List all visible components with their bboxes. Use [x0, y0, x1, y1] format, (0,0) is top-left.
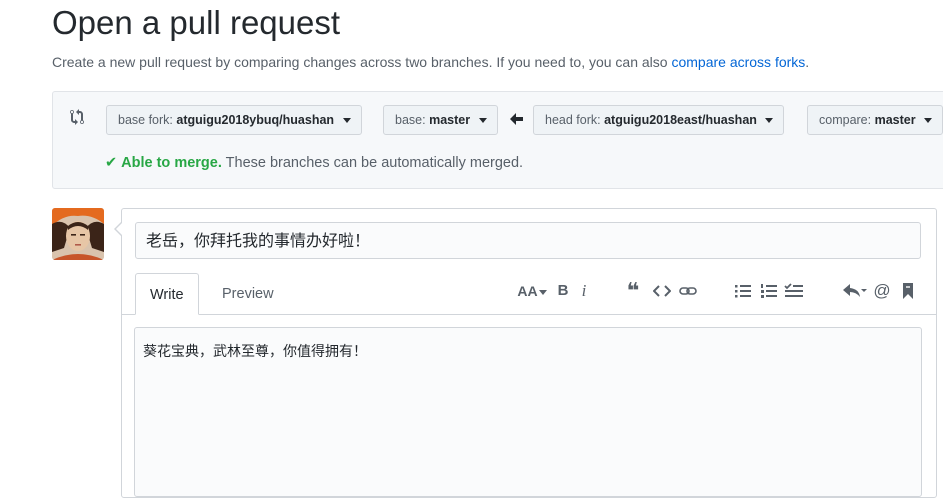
caret-down-icon — [478, 118, 487, 124]
head-fork-label: head fork: — [545, 113, 601, 127]
branch-range-editor: base fork: atguigu2018ybuq/huashan base:… — [52, 91, 943, 189]
head-fork-value: atguigu2018east/huashan — [604, 113, 757, 127]
base-fork-select[interactable]: base fork: atguigu2018ybuq/huashan — [106, 105, 362, 135]
unordered-list-icon — [735, 285, 751, 298]
page-title: Open a pull request — [52, 4, 341, 41]
italic-button[interactable]: i — [578, 281, 590, 301]
merge-ok-text: Able to merge. — [121, 155, 222, 171]
caret-down-icon — [924, 118, 933, 124]
link-icon — [679, 287, 697, 295]
code-button[interactable] — [653, 281, 671, 301]
subtitle-end: . — [805, 54, 810, 70]
compare-branch-select[interactable]: compare: master — [807, 105, 943, 135]
avatar-image — [52, 208, 104, 260]
base-fork-label: base fork: — [118, 113, 173, 127]
caret-down-icon — [342, 118, 351, 124]
bookmark-icon — [903, 283, 913, 299]
comment-pointer-inner — [116, 223, 122, 235]
base-branch-label: base: — [395, 113, 426, 127]
check-icon: ✔ — [105, 155, 118, 171]
quote-icon: ❝ — [626, 278, 640, 303]
reply-icon — [843, 284, 867, 297]
header-text-icon: AA — [517, 283, 538, 299]
ordered-list-icon — [761, 284, 777, 298]
mention-icon: @ — [873, 281, 891, 300]
bold-button[interactable]: B — [555, 281, 571, 301]
italic-icon: i — [581, 281, 587, 300]
bookmark-button[interactable] — [901, 281, 915, 301]
caret-down-icon — [765, 118, 774, 124]
merge-detail-text: These branches can be automatically merg… — [221, 155, 524, 171]
subtitle-text: Create a new pull request by comparing c… — [52, 54, 672, 70]
task-list-icon — [784, 283, 803, 297]
mention-button[interactable]: @ — [873, 281, 891, 301]
unordered-list-button[interactable] — [734, 281, 752, 301]
ordered-list-button[interactable] — [760, 281, 778, 301]
pr-title-input[interactable]: 老岳，你拜托我的事情办好啦！ — [135, 222, 921, 259]
caret-down-icon — [538, 289, 547, 295]
tab-write[interactable]: Write — [135, 273, 199, 315]
compare-branch-label: compare: — [819, 113, 872, 127]
tab-preview[interactable]: Preview — [208, 273, 288, 315]
git-compare-icon — [70, 109, 84, 125]
pr-body-textarea[interactable]: 葵花宝典，武林至尊，你值得拥有！ — [134, 327, 922, 497]
base-branch-select[interactable]: base: master — [383, 105, 498, 135]
avatar — [52, 208, 104, 260]
page-subtitle: Create a new pull request by comparing c… — [52, 54, 809, 70]
quote-button[interactable]: ❝ — [624, 278, 642, 303]
base-fork-value: atguigu2018ybuq/huashan — [176, 113, 335, 127]
link-button[interactable] — [678, 281, 698, 301]
compare-across-forks-link[interactable]: compare across forks — [671, 54, 805, 70]
base-branch-value: master — [429, 113, 471, 127]
arrow-left-icon — [510, 113, 523, 125]
header-text-button[interactable]: AA — [516, 281, 548, 301]
reply-button[interactable] — [842, 281, 868, 301]
task-list-button[interactable] — [784, 281, 804, 301]
compare-branch-value: master — [874, 113, 916, 127]
merge-status: ✔ Able to merge. These branches can be au… — [105, 155, 523, 171]
bold-icon: B — [557, 282, 569, 299]
code-icon — [653, 285, 671, 297]
head-fork-select[interactable]: head fork: atguigu2018east/huashan — [533, 105, 785, 135]
